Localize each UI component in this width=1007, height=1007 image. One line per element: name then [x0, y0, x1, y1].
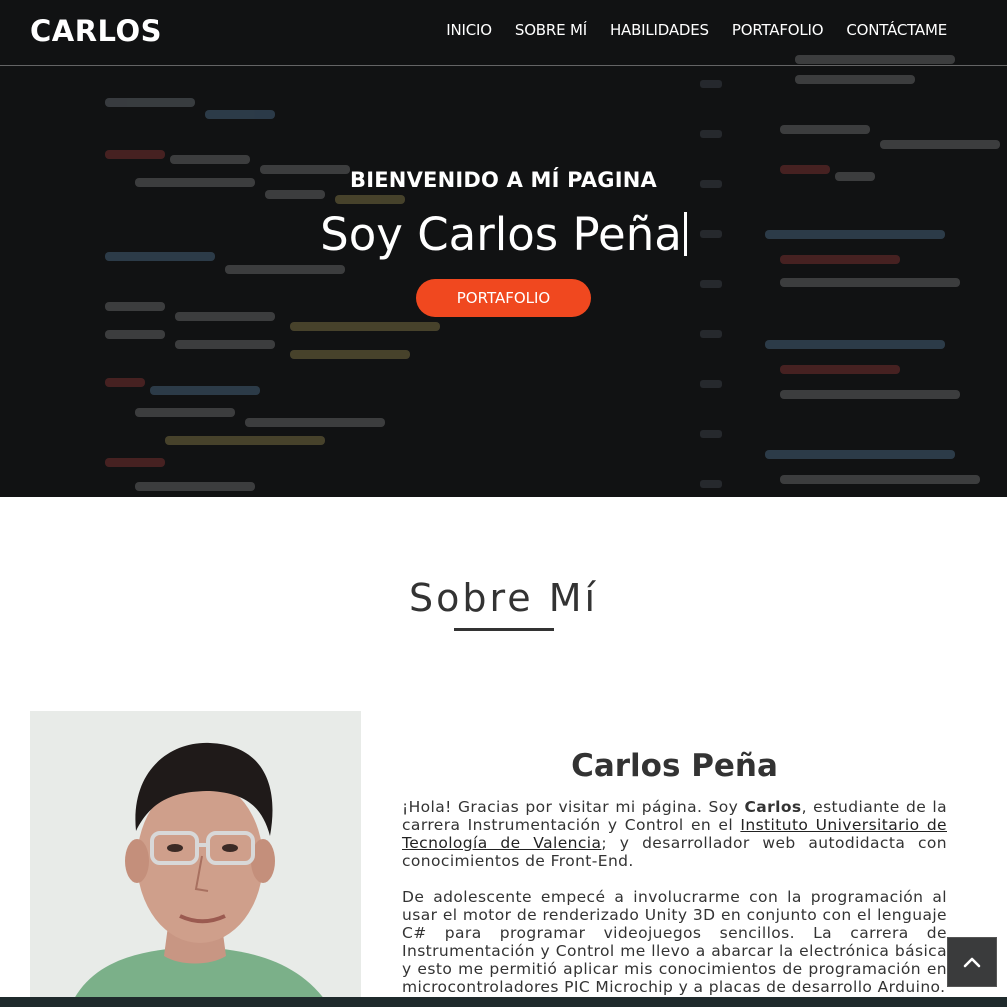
profile-photo	[30, 711, 361, 1007]
bio-paragraph-1: ¡Hola! Gracias por visitar mi página. So…	[402, 798, 947, 870]
nav-link-contactame[interactable]: CONTÁCTAME	[846, 21, 947, 39]
navbar: CARLOS INICIO SOBRE MÍ HABILIDADES PORTA…	[0, 0, 1007, 66]
hero-title: Soy Carlos Peña	[320, 208, 687, 261]
hero-section: CARLOS INICIO SOBRE MÍ HABILIDADES PORTA…	[0, 0, 1007, 497]
brand-logo[interactable]: CARLOS	[30, 14, 162, 48]
scroll-top-button[interactable]	[947, 937, 997, 987]
portfolio-button[interactable]: PORTAFOLIO	[416, 279, 591, 317]
hero-kicker: BIENVENIDO A MÍ PAGINA	[350, 168, 657, 192]
bio-p1-text-1: ¡Hola! Gracias por visitar mi página. So…	[402, 798, 745, 816]
hero-content: BIENVENIDO A MÍ PAGINA Soy Carlos Peña P…	[0, 168, 1007, 317]
nav-link-habilidades[interactable]: HABILIDADES	[610, 21, 709, 39]
typing-cursor	[683, 212, 687, 256]
about-bio: Carlos Peña ¡Hola! Gracias por visitar m…	[402, 748, 947, 996]
profile-photo-illustration	[30, 711, 361, 1007]
bio-paragraph-2: De adolescente empecé a involucrarme con…	[402, 888, 947, 996]
nav-link-portafolio[interactable]: PORTAFOLIO	[732, 21, 824, 39]
chevron-up-icon	[963, 957, 981, 968]
section-title-sobre-mi: Sobre Mí	[408, 576, 599, 620]
nav-link-inicio[interactable]: INICIO	[446, 21, 492, 39]
section-title-underline	[454, 628, 554, 631]
bio-name: Carlos Peña	[571, 748, 778, 784]
nav-links: INICIO SOBRE MÍ HABILIDADES PORTAFOLIO C…	[446, 21, 947, 39]
hero-title-text: Soy Carlos Peña	[320, 208, 682, 261]
nav-link-sobre-mi[interactable]: SOBRE MÍ	[515, 21, 587, 39]
bio-p1-strong: Carlos	[744, 798, 802, 816]
footer-edge	[0, 997, 1007, 1007]
